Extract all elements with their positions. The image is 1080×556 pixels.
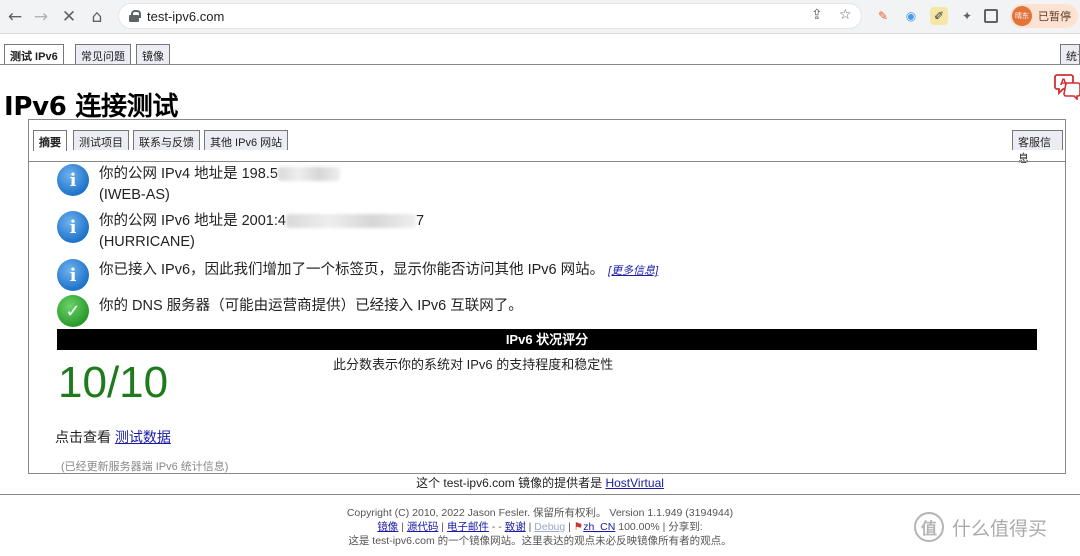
stats-updated-note: (已经更新服务器端 IPv6 统计信息) — [61, 461, 229, 473]
more-info-link[interactable]: [更多信息] — [608, 265, 658, 277]
mirror-prefix: 这个 test-ipv6.com 镜像的提供者是 — [416, 476, 603, 490]
redacted-ipv6 — [285, 214, 416, 229]
ipv6-isp: (HURRICANE) — [99, 234, 195, 250]
url-text[interactable]: test-ipv6.com — [147, 9, 224, 24]
view-test-data: 点击查看 测试数据 — [55, 427, 171, 447]
info-icon: i — [57, 259, 89, 291]
flag-icon: ⚑ — [573, 521, 584, 533]
avatar: 晴东 — [1012, 6, 1032, 26]
score-header: IPv6 状况评分 — [57, 329, 1037, 350]
watermark: 值 什么值得买 — [914, 512, 1047, 542]
result-panel: 摘要 测试项目 联系与反馈 其他 IPv6 网站 客服信息 i 你的公网 IPv… — [28, 119, 1066, 474]
ipv6-address-tail: 7 — [415, 213, 425, 229]
ipv6-result: i 你的公网 IPv6 地址是 2001:4 7 (HURRICANE) — [57, 211, 424, 253]
translate-icon[interactable]: A — [1054, 72, 1080, 100]
share-label: 分享到: — [668, 521, 703, 533]
footer-divider — [0, 494, 1080, 495]
ipv4-isp: (IWEB-AS) — [99, 187, 170, 203]
ipv4-address-text: 你的公网 IPv4 地址是 198.5 — [99, 166, 278, 182]
tab-summary[interactable]: 摘要 — [33, 130, 67, 151]
mirror-provider: 这个 test-ipv6.com 镜像的提供者是 HostVirtual — [0, 474, 1080, 491]
browser-toolbar: ← → ✕ ⌂ test-ipv6.com ⇪ ☆ ✎ ◉ ✐ ✦ 晴东 已暂停 — [0, 0, 1080, 34]
test-data-link[interactable]: 测试数据 — [115, 429, 171, 445]
extensions-puzzle-icon[interactable]: ✦ — [958, 7, 976, 25]
lock-icon[interactable] — [129, 10, 141, 22]
side-panel-icon[interactable] — [984, 9, 998, 23]
stop-loading-icon[interactable]: ✕ — [58, 6, 80, 28]
home-icon[interactable]: ⌂ — [86, 6, 108, 28]
bookmark-star-icon[interactable]: ☆ — [839, 7, 852, 23]
tab-test-ipv6[interactable]: 测试 IPv6 — [4, 44, 64, 65]
forward-arrow-icon[interactable]: → — [30, 6, 52, 28]
tab-mirrors[interactable]: 镜像 — [136, 44, 170, 64]
view-prefix: 点击查看 — [55, 429, 111, 445]
locale-link[interactable]: zh_CN — [583, 521, 615, 533]
ipv4-result: i 你的公网 IPv4 地址是 198.5 (IWEB-AS) — [57, 164, 340, 206]
page-title: IPv6 连接测试 — [4, 92, 179, 122]
source-link[interactable]: 源代码 — [407, 521, 439, 533]
address-bar[interactable]: test-ipv6.com ⇪ ☆ — [118, 3, 862, 29]
debug-link[interactable]: Debug — [534, 521, 565, 533]
profile-status: 已暂停 — [1038, 11, 1071, 23]
watermark-logo: 值 — [914, 512, 944, 542]
share-icon[interactable]: ⇪ — [811, 7, 823, 23]
tab-tests[interactable]: 测试项目 — [73, 130, 129, 150]
email-link[interactable]: 电子邮件 — [447, 521, 489, 533]
tab-support-info[interactable]: 客服信息 — [1012, 130, 1063, 165]
tabs-divider — [0, 64, 1080, 65]
info-icon: i — [57, 211, 89, 243]
watermark-text: 什么值得买 — [952, 518, 1048, 540]
locale-percent: 100.00% — [618, 521, 660, 533]
extension-pen-icon[interactable]: ✎ — [874, 7, 892, 25]
tab-other-ipv6-sites[interactable]: 其他 IPv6 网站 — [204, 130, 289, 150]
mirror-link[interactable]: 镜像 — [377, 521, 398, 533]
score-value: 10/10 — [58, 358, 169, 407]
score-description: 此分数表示你的系统对 IPv6 的支持程度和稳定性 — [333, 357, 614, 372]
main-tabs: 测试 IPv6 常见问题 镜像 统计 — [0, 44, 1080, 65]
svg-text:A: A — [1060, 78, 1067, 88]
sub-tabs-divider — [29, 161, 1065, 162]
ipv6-address-text: 你的公网 IPv6 地址是 2001:4 — [99, 213, 286, 229]
ipv6-tab-message: 你已接入 IPv6，因此我们增加了一个标签页，显示你能否访问其他 IPv6 网站… — [99, 262, 605, 278]
profile-button[interactable]: 晴东 已暂停 — [1010, 4, 1078, 28]
redacted-ipv4 — [277, 167, 340, 182]
footer-dash: - — [491, 521, 496, 533]
sub-tabs: 摘要 测试项目 联系与反馈 其他 IPv6 网站 客服信息 — [33, 130, 1063, 165]
back-arrow-icon[interactable]: ← — [4, 6, 26, 28]
extension-circle-icon[interactable]: ◉ — [902, 7, 920, 25]
info-icon: i — [57, 164, 89, 196]
extension-note-icon[interactable]: ✐ — [930, 7, 948, 25]
tab-faq[interactable]: 常见问题 — [75, 44, 131, 64]
thanks-link[interactable]: 致谢 — [505, 521, 526, 533]
tab-contact[interactable]: 联系与反馈 — [133, 130, 200, 150]
check-icon: ✓ — [57, 295, 89, 327]
mirror-host-link[interactable]: HostVirtual — [605, 476, 663, 490]
ipv6-tab-notice: i 你已接入 IPv6，因此我们增加了一个标签页，显示你能否访问其他 IPv6 … — [57, 259, 658, 291]
dns-message: 你的 DNS 服务器（可能由运营商提供）已经接入 IPv6 互联网了。 — [99, 298, 523, 314]
tab-stats[interactable]: 统计 — [1060, 44, 1080, 64]
dns-result: ✓ 你的 DNS 服务器（可能由运营商提供）已经接入 IPv6 互联网了。 — [57, 295, 523, 327]
